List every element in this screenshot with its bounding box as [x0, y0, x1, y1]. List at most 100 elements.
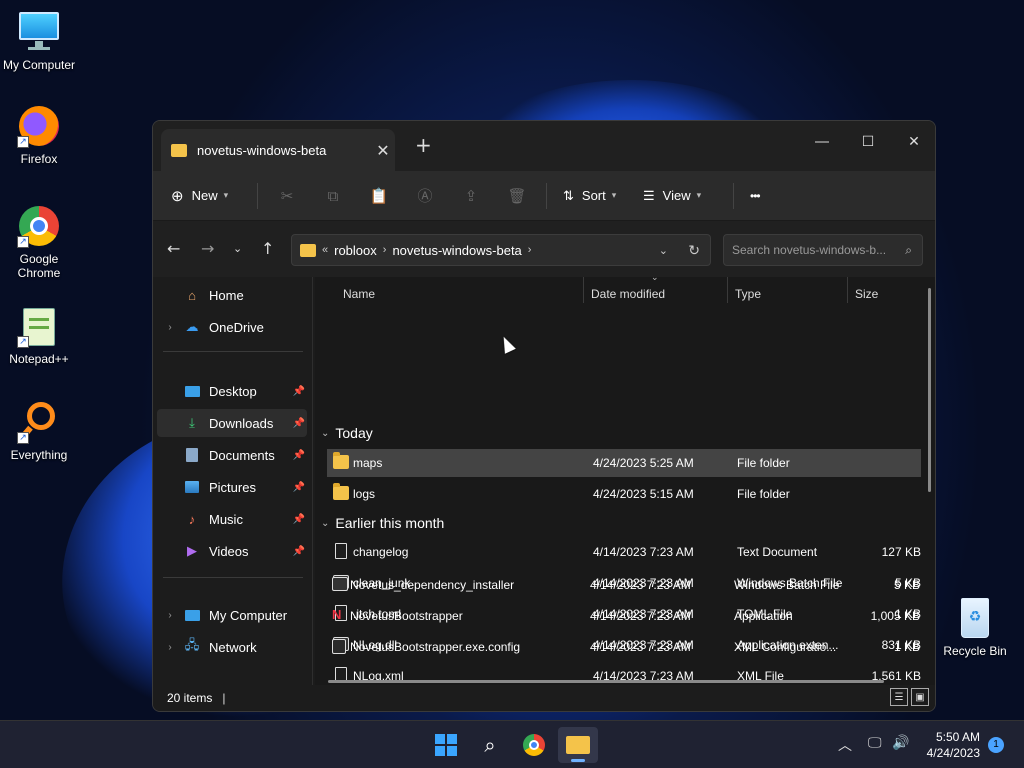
recent-locations-chevron-icon[interactable]: ⌄ — [233, 242, 242, 255]
sort-label: Sort — [581, 188, 606, 203]
notepadpp-icon: ↗ — [17, 304, 61, 348]
sidebar-item-label: OneDrive — [209, 319, 264, 335]
monitor-icon — [183, 607, 201, 623]
address-bar[interactable]: « robloox › novetus-windows-beta › ⌄ ↻ — [291, 234, 711, 266]
tab-novetus-windows-beta[interactable]: novetus-windows-beta ✕ — [161, 129, 395, 171]
cut-icon[interactable]: ✂ — [264, 180, 310, 212]
file-row-novetus-dependency-installer[interactable]: Novetus_dependency_installer 4/14/2023 7… — [326, 571, 920, 599]
desktop-icon-recycle-bin[interactable]: ♻ Recycle Bin — [936, 596, 1014, 658]
sidebar-item-network[interactable]: › 🖧 Network — [157, 633, 307, 661]
new-button[interactable]: ⊕ New ▾ — [171, 180, 251, 212]
horizontal-scrollbar[interactable] — [328, 680, 884, 683]
breadcrumb-novetus-windows-beta[interactable]: novetus-windows-beta — [392, 243, 521, 258]
notification-badge[interactable]: 1 — [988, 737, 1004, 753]
rename-icon[interactable]: Ⓐ — [402, 180, 448, 212]
column-header-size[interactable]: Size — [855, 277, 878, 311]
column-header-type[interactable]: Type — [735, 277, 761, 311]
desktop-icon-firefox[interactable]: ↗ Firefox — [0, 104, 78, 166]
maximize-button[interactable]: ☐ — [845, 127, 891, 157]
network-icon[interactable]: 🖵 — [868, 735, 882, 751]
tiles-view-icon[interactable]: ▣ — [911, 688, 929, 706]
expand-chevron-icon[interactable]: › — [157, 322, 183, 333]
sidebar-item-label: Documents — [209, 447, 275, 463]
up-arrow-icon[interactable]: ↑ — [261, 239, 274, 258]
sidebar-item-pictures[interactable]: Pictures 📌 — [157, 473, 307, 501]
column-header-name[interactable]: Name — [343, 277, 375, 311]
batch-file-icon — [332, 577, 348, 591]
file-date: 4/14/2023 7:23 AM — [590, 578, 691, 592]
firefox-icon: ↗ — [17, 104, 61, 148]
windows-logo-icon — [435, 734, 457, 756]
expand-chevron-icon[interactable]: › — [157, 610, 183, 621]
sidebar-item-onedrive[interactable]: › ☁ OneDrive — [157, 313, 307, 341]
desktop-icon-label: Notepad++ — [9, 352, 69, 366]
clock-date: 4/24/2023 — [926, 746, 980, 760]
column-divider — [727, 277, 728, 303]
expand-chevron-icon[interactable]: › — [157, 642, 183, 653]
taskbar-chrome[interactable] — [514, 727, 554, 763]
plus-circle-icon: ⊕ — [171, 187, 184, 205]
show-hidden-icons-chevron[interactable]: ︿ — [838, 735, 852, 755]
taskbar-file-explorer[interactable] — [558, 727, 598, 763]
clock[interactable]: 5:50 AM 4/24/2023 — [927, 729, 980, 761]
share-icon[interactable]: ⇪ — [448, 180, 494, 212]
new-tab-button[interactable]: + — [415, 133, 432, 157]
more-options-button[interactable]: ••• — [740, 180, 761, 212]
vertical-scrollbar[interactable] — [928, 288, 931, 492]
command-bar: ⊕ New ▾ ✂ ⧉ 📋 Ⓐ ⇪ 🗑 ⇅ Sort ▾ ☰ View ▾ ••… — [153, 171, 935, 221]
group-header-today[interactable]: ⌄ Today — [321, 425, 373, 441]
view-list-icon: ☰ — [643, 187, 655, 203]
file-row-logs[interactable]: logs 4/24/2023 5:15 AM File folder — [327, 480, 921, 508]
address-dropdown-icon[interactable]: ⌄ — [659, 244, 668, 257]
taskbar-search-button[interactable]: ⌕ — [470, 727, 510, 763]
sidebar-item-music[interactable]: ♪ Music 📌 — [157, 505, 307, 533]
file-date: 4/14/2023 7:23 AM — [593, 545, 694, 559]
breadcrumb-robloox[interactable]: robloox — [334, 243, 377, 258]
shortcut-arrow-icon: ↗ — [17, 432, 29, 444]
desktop-icon-chrome[interactable]: ↗ Google Chrome — [0, 204, 78, 280]
column-divider — [583, 277, 584, 303]
chrome-icon — [523, 734, 545, 756]
sidebar-item-videos[interactable]: ▶ Videos 📌 — [157, 537, 307, 565]
pin-icon: 📌 — [292, 385, 305, 397]
chevron-down-icon: ▾ — [696, 190, 702, 200]
file-row-novetus-bootstrapper-config[interactable]: NovetusBootstrapper.exe.config 4/14/2023… — [326, 633, 920, 661]
search-input[interactable] — [732, 243, 896, 257]
sidebar-item-label: My Computer — [209, 607, 288, 623]
file-row-maps[interactable]: maps 4/24/2023 5:25 AM File folder — [327, 449, 921, 477]
file-row-changelog[interactable]: changelog 4/14/2023 7:23 AM Text Documen… — [327, 538, 921, 566]
file-size: 5 KB — [893, 578, 920, 592]
desktop-icon-everything[interactable]: ↗ Everything — [0, 400, 78, 462]
volume-icon[interactable]: 🔊 — [892, 735, 909, 751]
pin-icon: 📌 — [292, 481, 305, 493]
close-tab-icon[interactable]: ✕ — [371, 141, 395, 160]
file-name: Novetus_dependency_installer — [350, 578, 515, 592]
sidebar-item-documents[interactable]: Documents 📌 — [157, 441, 307, 469]
toolbar-divider — [546, 182, 547, 209]
group-header-earlier-this-month[interactable]: ⌄ Earlier this month — [321, 515, 444, 531]
file-type: Text Document — [737, 545, 818, 559]
paste-icon[interactable]: 📋 — [356, 180, 402, 212]
sidebar-item-home[interactable]: ⌂ Home — [157, 281, 307, 309]
sidebar-item-desktop[interactable]: Desktop 📌 — [157, 377, 307, 405]
desktop-icon-my-computer[interactable]: My Computer — [0, 10, 78, 72]
forward-arrow-icon[interactable]: → — [201, 239, 214, 258]
view-button[interactable]: ☰ View ▾ — [637, 180, 727, 212]
sidebar-item-downloads[interactable]: ⤓ Downloads 📌 — [157, 409, 307, 437]
sidebar-item-my-computer[interactable]: › My Computer — [157, 601, 307, 629]
desktop-icon-notepadpp[interactable]: ↗ Notepad++ — [0, 304, 78, 366]
breadcrumb-overflow-icon[interactable]: « — [322, 244, 328, 256]
minimize-button[interactable]: ― — [799, 127, 845, 157]
back-arrow-icon[interactable]: ← — [167, 239, 180, 258]
start-button[interactable] — [426, 727, 466, 763]
close-window-button[interactable]: ✕ — [891, 127, 935, 157]
file-row-novetus-bootstrapper[interactable]: N NovetusBootstrapper 4/14/2023 7:23 AM … — [326, 602, 920, 630]
details-view-icon[interactable]: ☰ — [890, 688, 908, 706]
search-box[interactable]: ⌕ — [723, 234, 923, 266]
refresh-icon[interactable]: ↻ — [688, 242, 700, 259]
view-label: View — [662, 188, 691, 203]
sort-button[interactable]: ⇅ Sort ▾ — [553, 180, 637, 212]
delete-icon[interactable]: 🗑 — [494, 180, 540, 212]
folder-icon — [171, 143, 187, 157]
copy-icon[interactable]: ⧉ — [310, 180, 356, 212]
